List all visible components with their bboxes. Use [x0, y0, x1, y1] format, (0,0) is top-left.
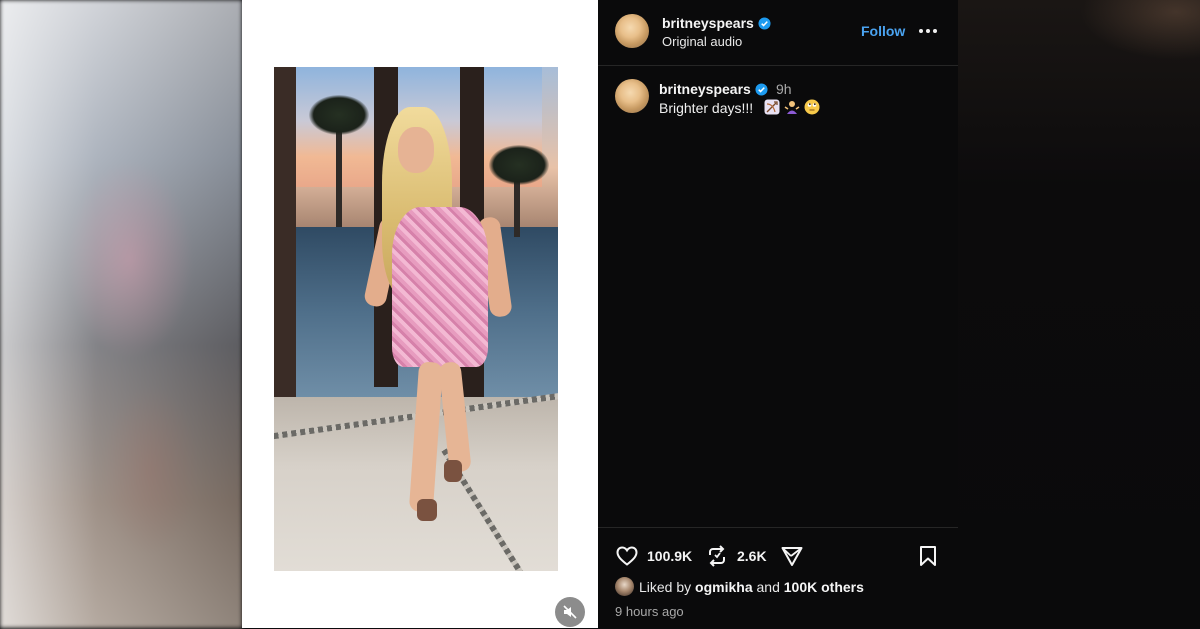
like-count[interactable]: 100.9K — [647, 548, 692, 564]
photo-palm-leaves-2 — [489, 145, 549, 185]
like-heart-icon[interactable] — [615, 544, 639, 568]
face-with-rolling-eyes-icon — [804, 99, 820, 115]
liked-by-summary[interactable]: Liked by ogmikha and 100K others — [639, 579, 864, 595]
photo-dress — [392, 207, 488, 367]
more-dot — [919, 29, 923, 33]
more-dot — [933, 29, 937, 33]
liked-by-avatar[interactable] — [615, 577, 634, 596]
mute-toggle-button[interactable] — [555, 597, 585, 627]
save-bookmark-icon[interactable] — [916, 544, 940, 568]
caption-text: Brighter days!!! — [659, 100, 754, 116]
post-panel: britneyspears Original audio Follow brit… — [598, 0, 958, 628]
photo-shoe-left — [417, 499, 437, 521]
repost-icon[interactable] — [705, 544, 729, 568]
photo-face — [398, 127, 434, 173]
media-pane — [242, 0, 598, 628]
follow-button[interactable]: Follow — [861, 23, 905, 39]
audio-label[interactable]: Original audio — [662, 34, 742, 49]
photo-palm-leaves — [309, 95, 369, 135]
liked-by-user[interactable]: ogmikha — [695, 579, 753, 595]
caption-username[interactable]: britneyspears — [659, 81, 751, 97]
photo-shoe-right — [444, 460, 462, 482]
speaker-muted-icon — [563, 605, 577, 619]
liked-by-prefix: Liked by — [639, 579, 692, 595]
caption-time[interactable]: 9h — [776, 81, 792, 97]
caption-avatar[interactable] — [615, 79, 649, 113]
share-icon[interactable] — [780, 544, 804, 568]
blurred-backdrop-right — [958, 0, 1200, 628]
liked-by-conjunction: and — [756, 579, 780, 595]
repost-count[interactable]: 2.6K — [737, 548, 767, 564]
post-header: britneyspears Original audio Follow — [598, 0, 958, 66]
blurred-backdrop-left — [0, 0, 242, 628]
caption-emojis — [764, 99, 820, 115]
verified-badge-icon — [755, 83, 768, 96]
verified-badge-icon — [758, 17, 771, 30]
author-avatar[interactable] — [615, 14, 649, 48]
bow-and-arrow-emoji-icon — [764, 99, 780, 115]
post-video[interactable] — [274, 67, 558, 571]
more-dot — [926, 29, 930, 33]
person-shrugging-icon — [784, 101, 800, 114]
more-options-button[interactable] — [918, 22, 940, 38]
photo-door-frame — [274, 67, 296, 397]
author-username[interactable]: britneyspears — [662, 15, 754, 31]
post-timestamp[interactable]: 9 hours ago — [615, 604, 684, 619]
liked-by-others[interactable]: 100K others — [784, 579, 864, 595]
